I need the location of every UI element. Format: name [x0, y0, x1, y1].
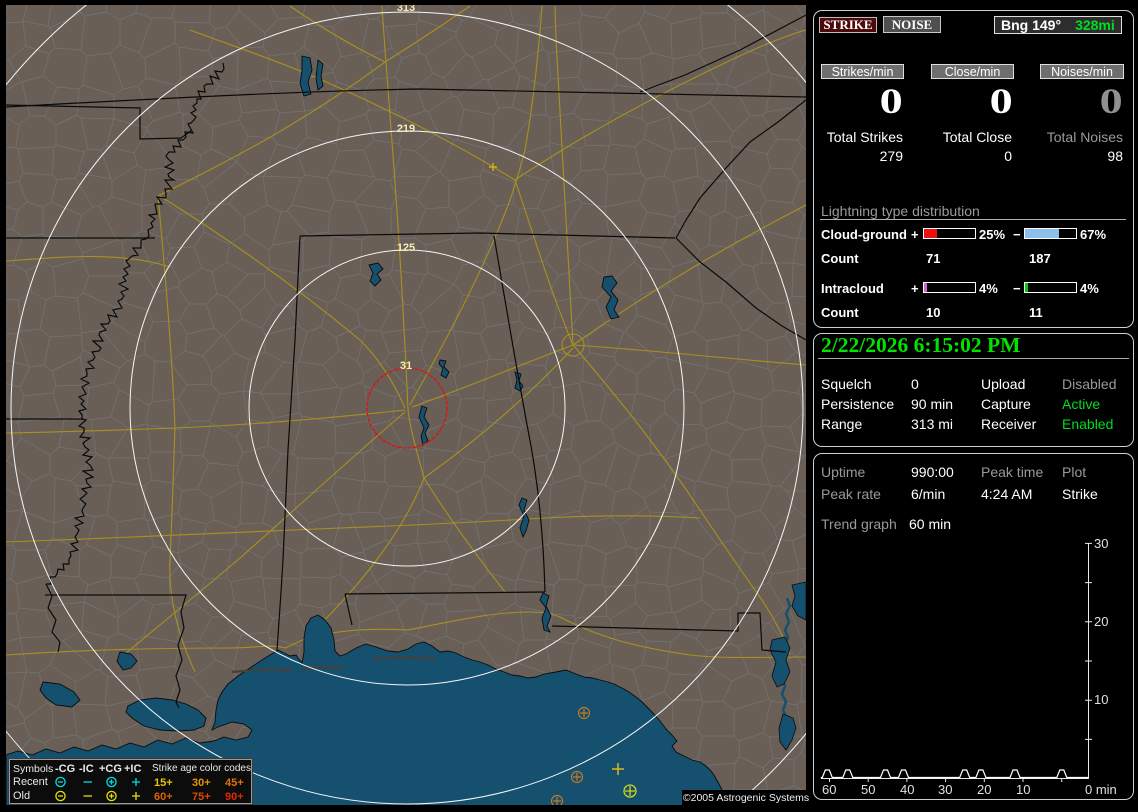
svg-text:125: 125 — [397, 242, 415, 254]
svg-text:10: 10 — [1094, 692, 1108, 707]
svg-text:40: 40 — [900, 782, 914, 797]
svg-text:31: 31 — [400, 360, 412, 372]
svg-text:313: 313 — [397, 5, 415, 14]
svg-text:20: 20 — [1094, 614, 1108, 629]
svg-text:10: 10 — [1016, 782, 1030, 797]
svg-text:60: 60 — [822, 782, 836, 797]
svg-text:50: 50 — [861, 782, 875, 797]
svg-text:20: 20 — [977, 782, 991, 797]
svg-text:30: 30 — [938, 782, 952, 797]
svg-text:30: 30 — [1094, 536, 1108, 551]
svg-text:219: 219 — [397, 123, 415, 135]
svg-text:0 min: 0 min — [1085, 782, 1117, 797]
